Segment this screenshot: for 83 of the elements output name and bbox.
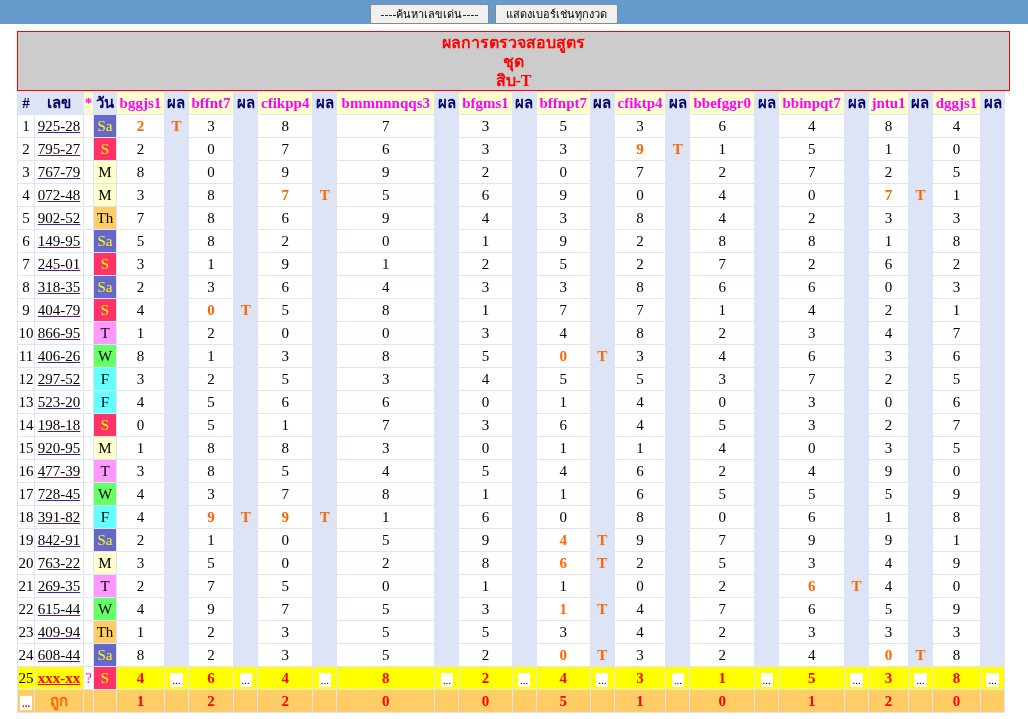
more-button[interactable]: ... [518, 672, 531, 687]
row-index: 1 [17, 114, 35, 138]
row-index: 9 [17, 298, 35, 322]
more-button[interactable]: ... [318, 672, 331, 687]
row-index: 15 [17, 436, 35, 460]
result-mark: T [240, 302, 251, 318]
row-index: 18 [17, 505, 35, 529]
row-index: 19 [17, 528, 35, 552]
row-index: 3 [17, 160, 35, 184]
column-header: # [17, 91, 35, 115]
row-index: 4 [17, 183, 35, 207]
row-index: 20 [17, 551, 35, 575]
formula-header: jntu1 [868, 91, 909, 115]
result-header: ผล [665, 91, 690, 115]
result-mark: T [597, 532, 608, 548]
toolbar-button[interactable]: แสดงเบอร์เช่นทุกงวด [495, 4, 619, 24]
result-mark: T [672, 141, 683, 157]
result-header: ผล [512, 91, 537, 115]
more-button[interactable]: ... [596, 672, 609, 687]
more-button[interactable]: ... [914, 672, 927, 687]
row-index: 14 [17, 413, 35, 437]
row-index: 24 [17, 643, 35, 667]
star-cell: ? [83, 666, 94, 690]
column-header: * [83, 91, 94, 115]
result-header: ผล [233, 91, 258, 115]
formula-header: bmmnnnqqs3 [336, 91, 435, 115]
title-text: สิบ-T [495, 71, 532, 90]
more-button[interactable]: ... [760, 672, 773, 687]
result-mark: T [597, 555, 608, 571]
result-mark: T [597, 601, 608, 617]
formula-header: bbinpqt7 [778, 91, 845, 115]
result-header: ผล [164, 91, 189, 115]
row-index: 25 [17, 666, 35, 690]
row-index: 12 [17, 367, 35, 391]
more-button[interactable]: ... [671, 672, 684, 687]
result-mark: T [915, 647, 926, 663]
row-index: 11 [17, 344, 35, 368]
row-index: 10 [17, 321, 35, 345]
more-button[interactable]: ... [850, 672, 863, 687]
formula-header: bfgms1 [458, 91, 513, 115]
row-index: 23 [17, 620, 35, 644]
formula-header: bbefggr0 [689, 91, 755, 115]
result-mark: T [915, 187, 926, 203]
result-header: ผล [754, 91, 779, 115]
formula-header: cfikpp4 [257, 91, 313, 115]
more-button[interactable]: ... [170, 672, 183, 687]
result-mark: T [319, 509, 330, 525]
row-index: 5 [17, 206, 35, 230]
row-index: 6 [17, 229, 35, 253]
result-header: ผล [434, 91, 459, 115]
more-button[interactable]: ... [239, 672, 252, 687]
result-header: ผล [844, 91, 869, 115]
title-text: ชุด [503, 52, 524, 71]
more-button[interactable]: ... [986, 672, 999, 687]
result-header: ผล [980, 91, 1005, 115]
title-text: ผลการตรวจสอบสูตร [442, 32, 585, 52]
formula-header: dggjs1 [932, 91, 981, 115]
result-mark: T [319, 187, 330, 203]
result-mark: T [240, 509, 251, 525]
result-mark: T [597, 647, 608, 663]
more-button[interactable]: ... [19, 695, 33, 710]
toolbar-button[interactable]: ----ค้นหาเลขเด่น---- [369, 4, 490, 24]
formula-header: bffnt7 [188, 91, 234, 115]
column-header: วัน [93, 91, 117, 115]
result-mark: T [597, 348, 608, 364]
result-header: ผล [908, 91, 933, 115]
row-index: 21 [17, 574, 35, 598]
formula-header: cfiktp4 [614, 91, 666, 115]
row-index: 7 [17, 252, 35, 276]
row-index: 16 [17, 459, 35, 483]
row-index: 22 [17, 597, 35, 621]
column-header: เลข [34, 91, 84, 115]
formula-header: bggjs1 [116, 91, 165, 115]
row-index: 8 [17, 275, 35, 299]
more-button[interactable]: ... [440, 672, 453, 687]
row-index: 17 [17, 482, 35, 506]
result-mark: T [171, 118, 182, 134]
result-header: ผล [590, 91, 615, 115]
result-mark: T [851, 578, 862, 594]
row-index: 13 [17, 390, 35, 414]
formula-header: bffnpt7 [536, 91, 591, 115]
result-header: ผล [312, 91, 337, 115]
row-index: 2 [17, 137, 35, 161]
